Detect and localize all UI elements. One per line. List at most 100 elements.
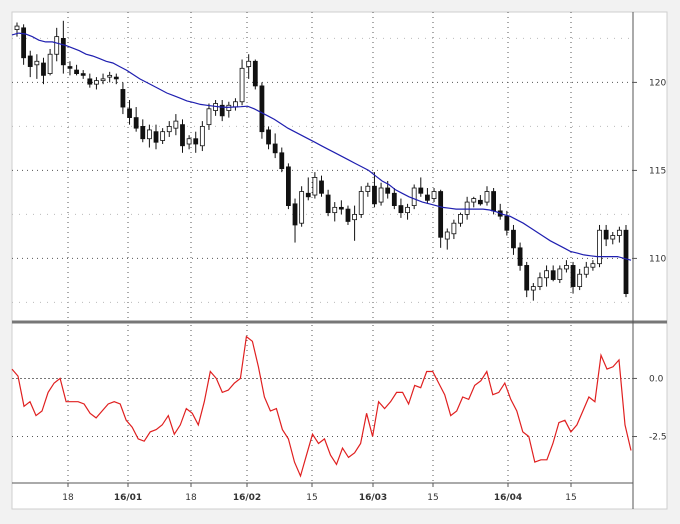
candle-body-up [544, 270, 549, 279]
candle-body-up [239, 67, 245, 103]
osc-y-tick-label: 0.0 [649, 374, 664, 384]
candle-body-up [530, 286, 536, 291]
candle-body-down [67, 66, 73, 69]
candle-body-down [511, 229, 516, 249]
candle-body-up [173, 120, 179, 129]
candle-body-down [570, 265, 576, 287]
candle-body-up [47, 53, 53, 75]
candle-body-up [160, 131, 166, 141]
candle-body-up [352, 213, 357, 221]
candle-body-down [259, 85, 265, 133]
candle-body-down [113, 76, 119, 80]
candle-body-up [34, 60, 40, 66]
candle-body-down [623, 229, 629, 295]
candle [623, 224, 629, 298]
candle-body-down [550, 270, 556, 280]
candle [597, 224, 602, 268]
candle-body-up [14, 25, 20, 30]
candle-body-down [391, 192, 397, 206]
candle-body-up [471, 198, 477, 203]
x-tick-label: 16/02 [233, 493, 261, 503]
candle-body-down [60, 38, 66, 66]
candle-body-down [418, 187, 424, 194]
candle-body-up [557, 268, 563, 280]
candle-body-down [180, 124, 185, 147]
x-tick-label: 18 [62, 493, 74, 503]
candle-body-down [153, 131, 159, 143]
candle-body-up [583, 266, 589, 275]
candle-body-down [127, 108, 132, 119]
candle [286, 163, 291, 210]
candle-body-up [411, 187, 417, 207]
price-y-tick-label: 115 [649, 166, 666, 176]
candle-body-down [305, 192, 311, 198]
candle-body-up [616, 229, 622, 236]
x-tick-label: 16/04 [494, 493, 522, 503]
candle-body-up [233, 101, 238, 108]
x-tick-label: 15 [427, 493, 438, 503]
candle-body-down [41, 62, 46, 76]
x-tick-label: 15 [306, 493, 317, 503]
candle-body-down [27, 55, 33, 67]
candle-body-down [279, 152, 285, 170]
candle-body-up [458, 213, 463, 224]
candle-body-down [603, 229, 609, 240]
candle-body-down [345, 208, 351, 222]
candle [299, 186, 305, 227]
candle-body-up [166, 126, 172, 133]
candle-body-down [398, 205, 404, 214]
candle-body-down [286, 166, 291, 207]
candle [259, 82, 265, 139]
x-tick-label: 15 [565, 493, 576, 503]
stock-chart: 120 115 110 0.0 -2.5 18 16/01 18 16/02 15 16/03 15… [0, 0, 680, 520]
candle-body-up [610, 235, 616, 240]
candle-body-up [378, 187, 384, 203]
candle-body-down [266, 129, 271, 145]
candle-body-down [425, 194, 430, 201]
candle-body-up [577, 273, 583, 287]
candle-body-down [80, 73, 86, 76]
candle-body-down [193, 138, 199, 145]
candle-body-down [140, 126, 146, 140]
osc-y-tick-label: -2.5 [649, 433, 667, 443]
candle-body-up [537, 277, 543, 287]
candle-body-up [444, 231, 450, 240]
candle-body-down [272, 143, 278, 154]
candle-body-down [292, 203, 298, 226]
candle-body-up [431, 191, 437, 199]
candle-body-up [405, 206, 410, 214]
candle-body-down [517, 247, 523, 266]
price-y-tick-label: 110 [649, 254, 666, 264]
candle-body-down [385, 187, 391, 194]
chart-window: 120 115 110 0.0 -2.5 18 16/01 18 16/02 15 16/03 15… [0, 0, 680, 520]
candle-body-down [491, 191, 497, 212]
candle-body-down [120, 89, 126, 108]
candle-body-up [299, 191, 305, 224]
plot-frame [11, 11, 668, 510]
candle-body-down [504, 215, 510, 231]
candle-body-up [107, 74, 113, 78]
x-tick-label: 18 [185, 493, 197, 503]
candle-body-up [199, 126, 205, 147]
x-tick-label: 16/01 [114, 493, 142, 503]
candle-body-down [252, 60, 258, 87]
candle-body-up [94, 80, 99, 85]
price-y-tick-label: 120 [649, 78, 666, 88]
candle-body-down [338, 206, 344, 210]
candle-body-down [319, 180, 324, 194]
candle [411, 184, 417, 210]
candle-body-down [477, 199, 483, 205]
candle-body-up [451, 222, 457, 235]
candle-body-up [564, 265, 569, 270]
candle-body-up [597, 229, 602, 265]
candle-body-up [206, 108, 212, 126]
candle-body-down [524, 265, 530, 291]
candle-body-up [312, 177, 318, 196]
candle-body-up [464, 201, 470, 215]
candle-body-up [100, 78, 106, 82]
candle-body-down [325, 194, 331, 214]
candle-body-up [146, 129, 152, 140]
candle [252, 59, 258, 90]
candle-body-up [590, 263, 596, 268]
candle-body-up [186, 138, 192, 145]
